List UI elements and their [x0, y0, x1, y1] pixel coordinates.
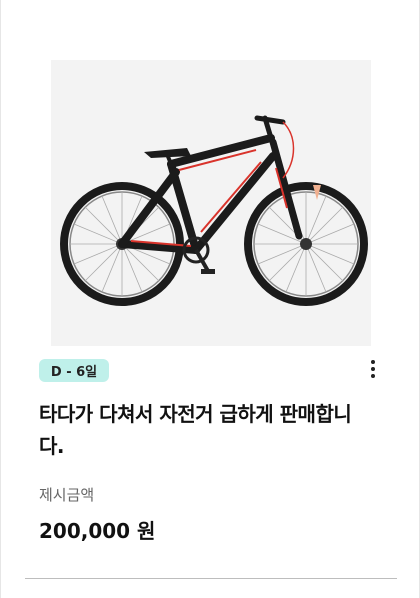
listing-title[interactable]: 타다가 다쳐서 자전거 급하게 판매합니다. — [39, 398, 369, 462]
divider — [25, 578, 397, 579]
frame-border-left — [0, 0, 1, 598]
more-options-button[interactable] — [362, 357, 384, 381]
bicycle-icon — [60, 115, 368, 306]
d-day-label: D - 6일 — [50, 365, 98, 380]
d-day-badge: D - 6일 — [39, 359, 109, 382]
price-label: 제시금액 — [39, 486, 95, 504]
more-vertical-icon-dot — [371, 367, 375, 371]
product-image[interactable] — [51, 60, 371, 346]
more-vertical-icon — [371, 360, 375, 364]
price-value: 200,000 원 — [39, 519, 156, 543]
more-vertical-icon-dot — [371, 374, 375, 378]
